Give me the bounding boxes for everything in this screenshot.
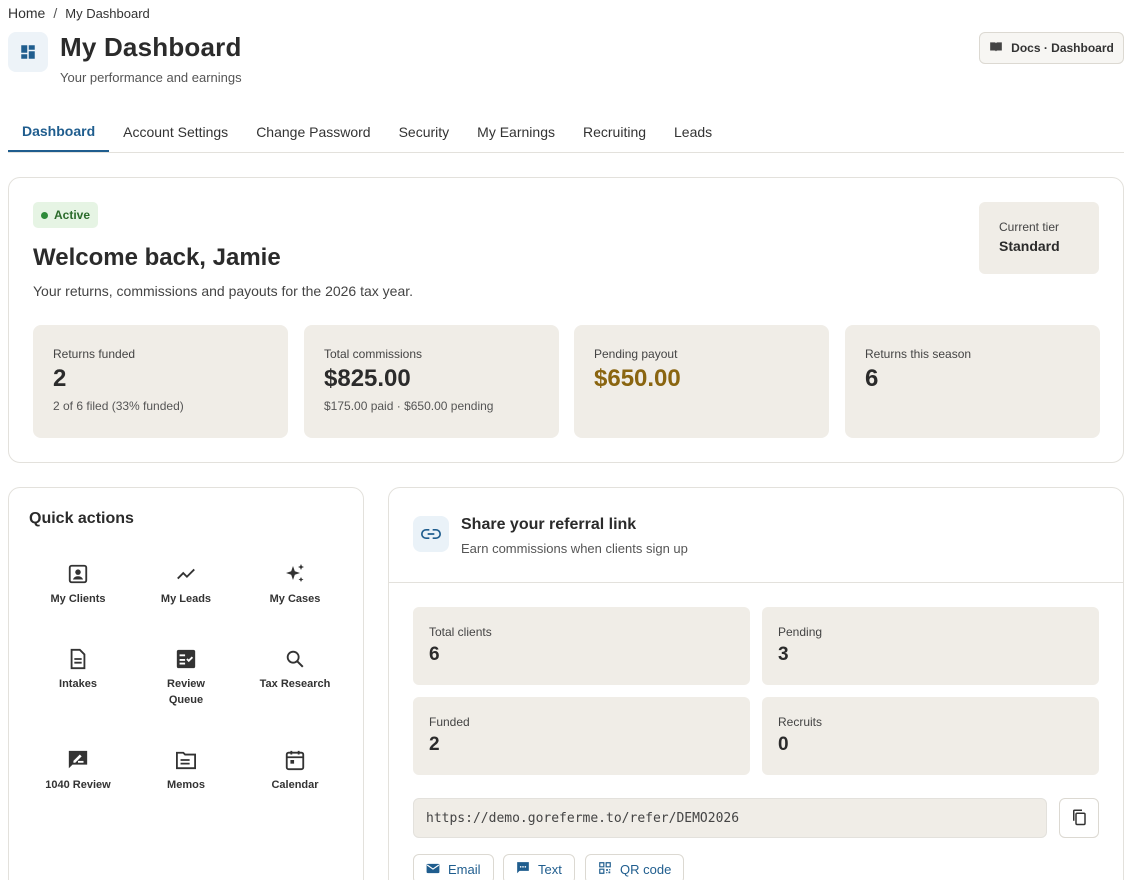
folder-icon — [174, 748, 198, 772]
tier-label: Current tier — [999, 220, 1060, 234]
share-qr-label: QR code — [620, 861, 672, 877]
link-icon — [413, 516, 449, 552]
share-qr-button[interactable]: QR code — [585, 854, 685, 880]
tab-security[interactable]: Security — [385, 112, 464, 152]
share-email-label: Email — [448, 861, 481, 877]
welcome-title: Welcome back, Jamie — [33, 244, 281, 271]
stat-value: $650.00 — [594, 365, 681, 392]
referral-stat-label: Recruits — [778, 715, 823, 729]
quick-action-label: Tax Research — [259, 678, 331, 690]
copy-link-button[interactable] — [1059, 798, 1099, 838]
referral-stat-total-clients: Total clients 6 — [413, 607, 750, 685]
referral-stat-label: Funded — [429, 715, 470, 729]
quick-action-calendar[interactable]: Calendar — [240, 748, 350, 793]
referral-stat-value: 6 — [429, 644, 440, 665]
stat-label: Returns funded — [53, 347, 136, 361]
tab-dashboard[interactable]: Dashboard — [8, 112, 110, 152]
current-tier-box: Current tier Standard — [979, 202, 1099, 274]
stat-label: Total commissions — [324, 347, 423, 361]
tab-account-settings[interactable]: Account Settings — [109, 112, 242, 152]
quick-action-label: Intakes — [59, 678, 97, 690]
tab-change-password[interactable]: Change Password — [242, 112, 384, 152]
referral-stat-label: Total clients — [429, 625, 492, 639]
email-icon — [426, 862, 440, 877]
tab-bar: Dashboard Account Settings Change Passwo… — [8, 112, 1124, 153]
tab-my-earnings[interactable]: My Earnings — [463, 112, 569, 152]
docs-button[interactable]: Docs · Dashboard — [979, 32, 1124, 64]
docs-button-label: Docs · Dashboard — [1011, 41, 1114, 55]
referral-title: Share your referral link — [461, 516, 637, 533]
referral-stat-label: Pending — [778, 625, 823, 639]
quick-action-label: 1040 Review — [45, 779, 111, 791]
sparkle-icon — [283, 562, 307, 586]
book-icon — [989, 41, 1003, 56]
stat-returns-funded: Returns funded 2 2 of 6 filed (33% funde… — [33, 325, 288, 438]
calendar-icon — [283, 748, 307, 772]
page-subtitle: Your performance and earnings — [60, 70, 242, 85]
stat-label: Returns this season — [865, 347, 972, 361]
referral-subtitle: Earn commissions when clients sign up — [461, 541, 688, 556]
stat-sub: 2 of 6 filed (33% funded) — [53, 399, 184, 413]
contact-icon — [66, 562, 90, 586]
stat-pending-payout: Pending payout $650.00 — [574, 325, 829, 438]
quick-action-label: Memos — [167, 779, 205, 791]
referral-card: Share your referral link Earn commission… — [388, 487, 1124, 880]
referral-stat-recruits: Recruits 0 — [762, 697, 1099, 775]
quick-action-label: My Clients — [50, 593, 106, 605]
dashboard-icon — [8, 32, 48, 72]
stat-returns-this-season: Returns this season 6 — [845, 325, 1100, 438]
status-badge: Active — [33, 202, 99, 228]
rate-review-icon — [66, 748, 90, 772]
quick-action-tax-research[interactable]: Tax Research — [240, 647, 350, 692]
page-title: My Dashboard — [60, 32, 242, 62]
trend-icon — [174, 562, 198, 586]
quick-actions-title: Quick actions — [29, 510, 134, 527]
stat-value: $825.00 — [324, 365, 411, 392]
checklist-icon — [174, 647, 198, 671]
welcome-subtitle: Your returns, commissions and payouts fo… — [33, 283, 414, 299]
referral-stat-value: 2 — [429, 734, 440, 755]
quick-action-my-cases[interactable]: My Cases — [240, 562, 350, 607]
stat-sub: $175.00 paid · $650.00 pending — [324, 399, 494, 413]
stat-total-commissions: Total commissions $825.00 $175.00 paid ·… — [304, 325, 559, 438]
quick-action-label: My Cases — [269, 593, 321, 605]
divider — [389, 582, 1123, 583]
quick-action-label: My Leads — [160, 593, 212, 605]
copy-icon — [1070, 808, 1088, 829]
search-icon — [283, 647, 307, 671]
breadcrumb-home[interactable]: Home — [8, 5, 45, 21]
sms-icon — [516, 861, 530, 878]
quick-action-label: Review Queue — [167, 678, 205, 706]
qr-code-icon — [598, 861, 612, 878]
quick-actions-card: Quick actions My Clients My Leads My Cas… — [8, 487, 364, 880]
quick-action-review-queue[interactable]: Review Queue — [131, 647, 241, 708]
tab-leads[interactable]: Leads — [660, 112, 726, 152]
referral-stat-pending: Pending 3 — [762, 607, 1099, 685]
breadcrumb-current: My Dashboard — [65, 5, 150, 21]
quick-action-1040-review[interactable]: 1040 Review — [23, 748, 133, 793]
stat-label: Pending payout — [594, 347, 678, 361]
stat-value: 6 — [865, 365, 879, 392]
share-email-button[interactable]: Email — [413, 854, 494, 880]
welcome-card: Active Welcome back, Jamie Your returns,… — [8, 177, 1124, 463]
share-text-button[interactable]: Text — [503, 854, 575, 880]
referral-url-field[interactable]: https://demo.goreferme.to/refer/DEMO2026 — [413, 798, 1047, 838]
quick-action-my-leads[interactable]: My Leads — [131, 562, 241, 607]
breadcrumb: Home / My Dashboard — [8, 5, 150, 21]
quick-action-intakes[interactable]: Intakes — [23, 647, 133, 692]
breadcrumb-separator: / — [53, 5, 58, 21]
tier-value: Standard — [999, 238, 1060, 254]
stat-value: 2 — [53, 365, 67, 392]
tab-recruiting[interactable]: Recruiting — [569, 112, 660, 152]
referral-stat-funded: Funded 2 — [413, 697, 750, 775]
quick-action-label: Calendar — [271, 779, 319, 791]
referral-stat-value: 3 — [778, 644, 789, 665]
referral-stat-value: 0 — [778, 734, 789, 755]
status-badge-label: Active — [54, 208, 91, 222]
share-text-label: Text — [538, 861, 562, 877]
quick-action-memos[interactable]: Memos — [131, 748, 241, 793]
quick-action-my-clients[interactable]: My Clients — [23, 562, 133, 607]
document-icon — [66, 647, 90, 671]
status-dot-icon — [41, 211, 48, 219]
